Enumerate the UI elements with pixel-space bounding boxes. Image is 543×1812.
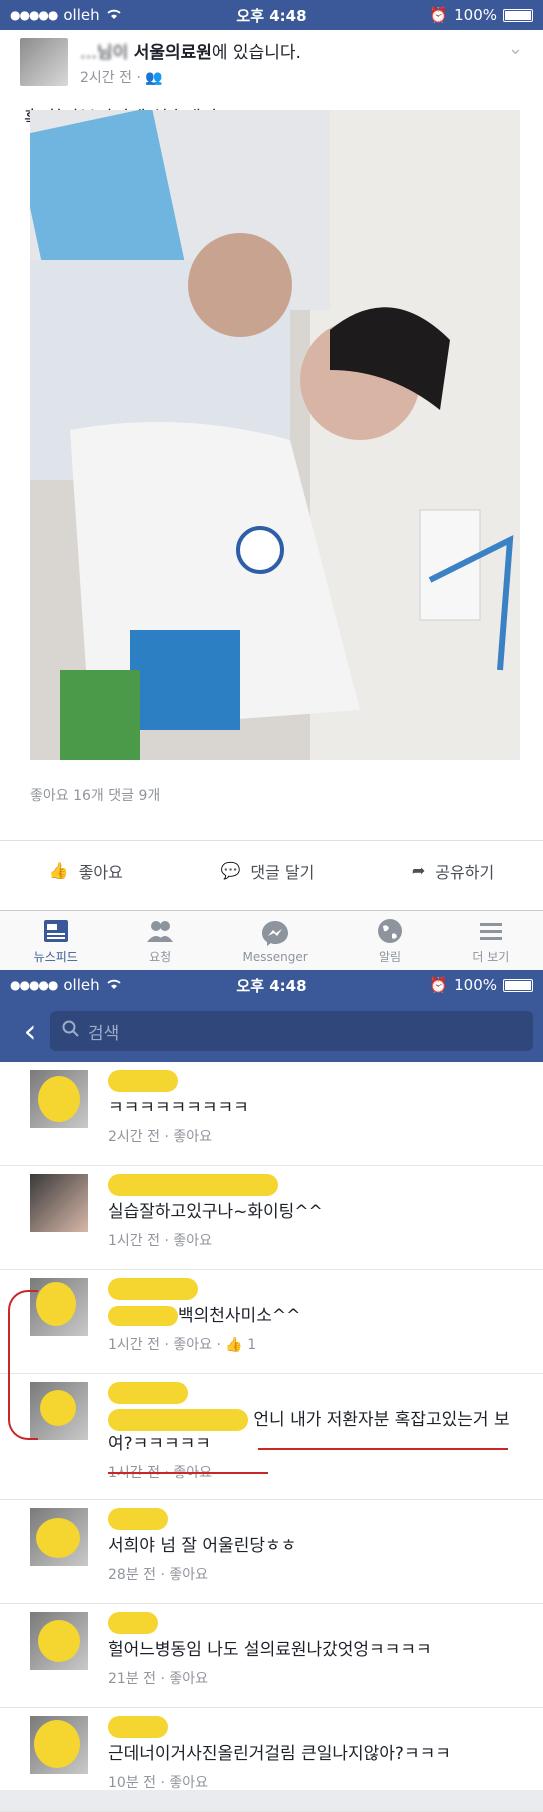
commenter-name-redacted[interactable]	[108, 1174, 278, 1196]
commenter-avatar[interactable]	[30, 1612, 88, 1670]
wifi-icon	[106, 6, 122, 24]
status-bar: ●●●●● olleh 오후 4:48 ⏰ 100%	[0, 970, 543, 1000]
post-header: …님이 서울의료원에 있습니다. 2시간 전 · 👥 ⌄	[0, 30, 543, 90]
commenter-avatar[interactable]	[30, 1278, 88, 1336]
nav-bar: ‹ 검색	[0, 1000, 543, 1062]
like-button[interactable]: 👍 좋아요	[49, 859, 123, 883]
thumbs-up-icon: 👍	[225, 1337, 243, 1353]
tab-more[interactable]: 더 보기	[472, 916, 509, 965]
comment-icon: 💬	[220, 861, 241, 880]
post-title: …님이 서울의료원에 있습니다.	[80, 38, 301, 63]
like-count: 1	[247, 1337, 257, 1353]
signal-icon: ●●●●●	[10, 978, 58, 992]
commenter-name-redacted[interactable]	[108, 1716, 168, 1738]
comment-list: ㅋㅋㅋㅋㅋㅋㅋㅋㅋ 2시간 전 · 좋아요 실습잘하고있구나~화이팅^^ 1시간…	[0, 1062, 543, 1812]
tab-requests[interactable]: 요청	[145, 916, 175, 965]
comment-item: 실습잘하고있구나~화이팅^^ 1시간 전 · 좋아요	[0, 1166, 543, 1270]
chevron-down-icon[interactable]: ⌄	[508, 38, 523, 82]
author-avatar[interactable]	[20, 38, 68, 86]
comment-item: 근데너이거사진올린거걸림 큰일나지않아?ㅋㅋㅋ 10분 전 · 좋아요	[0, 1708, 543, 1812]
battery-icon	[503, 978, 533, 992]
post-photo[interactable]	[30, 110, 520, 760]
comment-item: ㅋㅋㅋㅋㅋㅋㅋㅋㅋ 2시간 전 · 좋아요	[0, 1062, 543, 1166]
thumbs-up-icon: 👍	[48, 861, 69, 880]
search-icon	[62, 1020, 80, 1043]
commenter-name-redacted[interactable]	[108, 1070, 178, 1092]
wifi-icon	[106, 976, 122, 994]
tab-bar: 뉴스피드 요청 Messenger 알림 더 보기	[0, 910, 543, 970]
search-placeholder: 검색	[88, 1023, 120, 1044]
commenter-avatar[interactable]	[30, 1174, 88, 1232]
commenter-name-redacted[interactable]	[108, 1278, 198, 1300]
commenter-avatar[interactable]	[30, 1508, 88, 1566]
friend-requests-icon	[147, 921, 174, 942]
location-link[interactable]: 서울의료원	[134, 43, 212, 63]
alarm-icon: ⏰	[429, 6, 449, 24]
comment-text: 실습잘하고있구나~화이팅^^	[108, 1202, 323, 1222]
alarm-icon: ⏰	[429, 976, 449, 994]
annotation-underline	[108, 1472, 268, 1474]
annotation-underline	[258, 1448, 508, 1450]
commenter-avatar[interactable]	[30, 1382, 88, 1440]
comment-text: 백의천사미소^^	[108, 1304, 523, 1328]
post-screenshot: ●●●●● olleh 오후 4:48 ⏰ 100% …님이 서울의료원에 있습…	[0, 0, 543, 970]
title-suffix: 에 있습니다.	[211, 43, 301, 63]
comments-screenshot: ●●●●● olleh 오후 4:48 ⏰ 100% ‹ 검색 ㅋㅋㅋㅋㅋㅋㅋㅋ	[0, 970, 543, 1812]
comment-text: ㅋㅋㅋㅋㅋㅋㅋㅋㅋ	[108, 1098, 249, 1118]
comment-item: 언니 내가 저환자분 혹잡고있는거 보여?ㅋㅋㅋㅋㅋ 1시간 전 · 좋아요	[0, 1374, 543, 1500]
signal-icon: ●●●●●	[10, 8, 58, 22]
commenter-name-redacted[interactable]	[108, 1382, 188, 1404]
post-actions: 👍 좋아요 💬 댓글 달기 ➦ 공유하기	[0, 840, 543, 900]
comment-meta[interactable]: 2시간 전 · 좋아요	[108, 1126, 523, 1146]
comment-item: 헐어느병동임 나도 설의료원나갔엇엉ㅋㅋㅋㅋ 21분 전 · 좋아요	[0, 1604, 543, 1708]
friends-icon: 👥	[145, 70, 163, 86]
tab-newsfeed[interactable]: 뉴스피드	[34, 916, 78, 965]
comment-text: 서희야 넘 잘 어울린당ㅎㅎ	[108, 1536, 297, 1556]
commenter-avatar[interactable]	[30, 1716, 88, 1774]
annotation-bracket	[8, 1290, 38, 1440]
carrier-label: olleh	[63, 976, 100, 994]
comment-meta[interactable]: 28분 전 · 좋아요	[108, 1564, 523, 1584]
menu-icon	[479, 923, 502, 940]
comment-meta[interactable]: 10분 전 · 좋아요	[108, 1772, 523, 1792]
back-icon[interactable]: ‹	[10, 1012, 50, 1050]
comment-meta[interactable]: 21분 전 · 좋아요	[108, 1668, 523, 1688]
commenter-name-redacted[interactable]	[108, 1508, 168, 1530]
battery-percent: 100%	[454, 976, 497, 994]
messenger-icon	[262, 920, 289, 946]
comment-item: 서희야 넘 잘 어울린당ㅎㅎ 28분 전 · 좋아요	[0, 1500, 543, 1604]
newsfeed-icon	[43, 920, 68, 942]
post-time: 2시간 전 · 👥	[80, 70, 163, 86]
comment-meta[interactable]: 1시간 전 · 좋아요	[108, 1230, 523, 1250]
comment-item: 백의천사미소^^ 1시간 전 · 좋아요 · 👍 1	[0, 1270, 543, 1374]
comment-meta[interactable]: 1시간 전 · 좋아요 · 👍 1	[108, 1334, 523, 1354]
share-icon: ➦	[411, 861, 426, 880]
search-input[interactable]: 검색	[50, 1011, 533, 1051]
tab-notifications[interactable]: 알림	[375, 916, 405, 965]
status-bar: ●●●●● olleh 오후 4:48 ⏰ 100%	[0, 0, 543, 30]
globe-icon	[378, 919, 403, 943]
comment-text: 근데너이거사진올린거걸림 큰일나지않아?ㅋㅋㅋ	[108, 1744, 451, 1764]
share-button[interactable]: ➦ 공유하기	[412, 859, 494, 883]
carrier-label: olleh	[63, 6, 100, 24]
commenter-name-redacted[interactable]	[108, 1612, 158, 1634]
commenter-avatar[interactable]	[30, 1070, 88, 1128]
battery-icon	[503, 8, 533, 22]
comment-text: 헐어느병동임 나도 설의료원나갔엇엉ㅋㅋㅋㅋ	[108, 1640, 432, 1660]
author-name[interactable]: …님이	[80, 43, 128, 63]
reaction-counts[interactable]: 좋아요 16개 댓글 9개	[30, 785, 160, 805]
comment-button[interactable]: 💬 댓글 달기	[220, 859, 314, 883]
tab-messenger[interactable]: Messenger	[243, 918, 308, 964]
battery-percent: 100%	[454, 6, 497, 24]
